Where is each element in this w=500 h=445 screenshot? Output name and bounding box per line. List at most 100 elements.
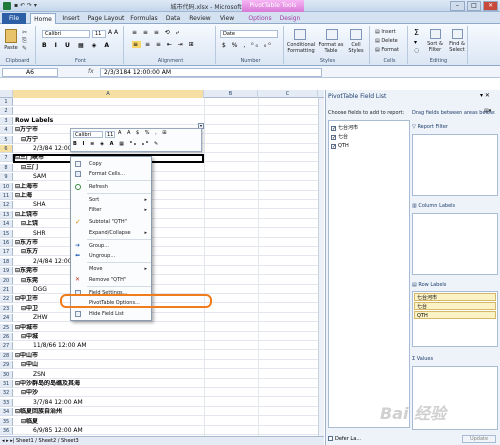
row-header[interactable]: 18 <box>0 258 13 266</box>
menu-remove[interactable]: ✕ Remove "QTH" <box>71 275 151 285</box>
menu-group[interactable]: ➜ Group... <box>71 241 151 251</box>
tab-file[interactable]: File <box>2 13 26 24</box>
row-header[interactable]: 6 <box>0 145 13 153</box>
sort-filter-button[interactable]: Sort & Filter <box>424 41 446 53</box>
cut-copy-icons[interactable]: ✂ ⎘ ✎ <box>22 29 27 53</box>
sheet-row-cell[interactable]: ⊟临夏回族自治州 <box>13 408 324 416</box>
row-header[interactable]: 8 <box>0 164 13 172</box>
conditional-formatting-button[interactable]: Conditional Formatting <box>286 42 316 54</box>
row-header[interactable]: 21 <box>0 286 13 294</box>
column-header-c[interactable]: C <box>258 90 318 98</box>
menu-sort[interactable]: Sort ▸ <box>71 195 151 205</box>
sheet-row-cell[interactable]: ⊟三门 <box>13 164 324 172</box>
sheet-row-cell[interactable] <box>13 107 324 115</box>
sheet-row-cell[interactable]: DGG <box>13 286 324 294</box>
row-header[interactable]: 31 <box>0 380 13 388</box>
formula-input[interactable]: 2/3/3184 12:00:00 AM <box>100 68 322 77</box>
sheet-row-cell[interactable]: SAM <box>13 173 324 181</box>
font-size-box[interactable]: 11 <box>92 30 106 38</box>
align-left-icons[interactable]: ≡ ≡ ≡ ⇤ ⇥ ⊞ <box>132 41 196 48</box>
row-label-item-1[interactable]: 七台河市 <box>414 293 496 301</box>
tab-options[interactable]: Options <box>246 13 274 24</box>
select-all-corner[interactable] <box>0 90 13 98</box>
bold-italic-underline-buttons[interactable]: B I U ▦ ◈ A <box>42 42 112 49</box>
row-header[interactable]: 3 <box>0 117 13 125</box>
sheet-row-cell[interactable]: ⊟上饶 <box>13 220 324 228</box>
row-header[interactable]: 9 <box>0 173 13 181</box>
menu-format-cells[interactable]: Format Cells... <box>71 169 151 179</box>
sheet-row-cell[interactable]: ⊟上海 <box>13 192 324 200</box>
menu-filter[interactable]: Filter ▸ <box>71 205 151 215</box>
tab-page-layout[interactable]: Page Layout <box>86 13 126 24</box>
row-header[interactable]: 25 <box>0 324 13 332</box>
row-header[interactable]: 1 <box>0 98 13 106</box>
row-header[interactable]: 29 <box>0 361 13 369</box>
sheet-row-cell[interactable]: ⊟东莞市 <box>13 267 324 275</box>
update-button[interactable]: Update <box>462 435 496 443</box>
tab-review[interactable]: Review <box>186 13 214 24</box>
row-header[interactable]: 20 <box>0 277 13 285</box>
row-header[interactable]: 27 <box>0 342 13 350</box>
format-as-table-button[interactable]: Format as Table <box>318 42 344 54</box>
find-select-button[interactable]: Find & Select <box>446 41 468 53</box>
sheet-row-cell[interactable]: ⊟上饶市 <box>13 211 324 219</box>
quick-access-icons[interactable]: ▪ ↶ ↷ ▾ <box>14 2 37 9</box>
field-item-3[interactable]: ✓ QTH <box>331 142 349 150</box>
row-header[interactable]: 14 <box>0 220 13 228</box>
menu-ungroup[interactable]: ⬅ Ungroup... <box>71 251 151 261</box>
sheet-row-cell[interactable]: ⊟东方 <box>13 248 324 256</box>
row-header[interactable]: 11 <box>0 192 13 200</box>
paste-button[interactable]: Paste <box>2 45 20 51</box>
row-header[interactable]: 19 <box>0 267 13 275</box>
sheet-row-cell[interactable]: ⊟东莞 <box>13 277 324 285</box>
row-header[interactable]: 4 <box>0 126 13 134</box>
cell-styles-button[interactable]: Cell Styles <box>344 42 368 54</box>
row-header[interactable]: 7 <box>0 154 13 162</box>
delete-cells-button[interactable]: ▤ Delete <box>375 38 398 44</box>
sheet-row-cell[interactable] <box>13 98 324 106</box>
fill-clear-icons[interactable]: ▾ ◌ <box>414 39 419 55</box>
fx-icon[interactable]: fx <box>88 68 96 75</box>
format-cells-button[interactable]: ▤ Format <box>375 47 399 53</box>
row-header[interactable]: 16 <box>0 239 13 247</box>
sheet-row-cell[interactable]: ⊟中城市 <box>13 324 324 332</box>
row-header[interactable]: 33 <box>0 399 13 407</box>
sheet-row-cell[interactable]: SHR <box>13 230 324 238</box>
tab-data[interactable]: Data <box>162 13 184 24</box>
field-item-2[interactable]: ✓ 七台 <box>331 133 348 141</box>
row-header[interactable]: 30 <box>0 371 13 379</box>
close-button[interactable]: ✕ <box>483 1 499 11</box>
sheet-row-cell[interactable]: ⊟临夏 <box>13 418 324 426</box>
number-format-icons[interactable]: $ % , ⁰₀ ₀⁰ <box>222 42 273 49</box>
mini-font-name[interactable]: Calibri <box>73 131 103 138</box>
row-header[interactable]: 2 <box>0 107 13 115</box>
maximize-button[interactable]: □ <box>466 1 482 11</box>
row-header[interactable]: 24 <box>0 314 13 322</box>
sheet-row-cell[interactable]: ⊟上海市 <box>13 183 324 191</box>
row-label-item-3[interactable]: QTH <box>414 311 496 319</box>
tab-insert[interactable]: Insert <box>58 13 84 24</box>
font-name-box[interactable]: Calibri <box>42 30 90 38</box>
sheet-tabs[interactable]: ◂ ▸ ▸| Sheet1 / Sheet2 / Sheet3 <box>2 438 79 444</box>
tab-formulas[interactable]: Formulas <box>128 13 160 24</box>
tab-design[interactable]: Design <box>276 13 304 24</box>
mini-font-size[interactable]: 11 <box>105 131 115 138</box>
checkbox-icon[interactable] <box>328 436 333 441</box>
sheet-row-cell[interactable]: Row Labels <box>13 117 324 125</box>
row-header[interactable]: 5 <box>0 136 13 144</box>
tab-home[interactable]: Home <box>30 13 56 24</box>
sheet-row-cell[interactable]: ⊟中山市 <box>13 352 324 360</box>
row-header[interactable]: 10 <box>0 183 13 191</box>
row-header[interactable]: 35 <box>0 418 13 426</box>
number-format-box[interactable]: Date <box>220 30 278 38</box>
sheet-row-cell[interactable]: ZSN <box>13 371 324 379</box>
sheet-row-cell[interactable]: 2/4/84 12:00 AM <box>13 258 324 266</box>
sheet-row-cell[interactable]: ⊟中城 <box>13 333 324 341</box>
row-header[interactable]: 23 <box>0 305 13 313</box>
row-header[interactable]: 34 <box>0 408 13 416</box>
menu-hide-field-list[interactable]: Hide Field List <box>71 309 151 319</box>
column-header-b[interactable]: B <box>204 90 258 98</box>
column-labels-area[interactable] <box>412 213 498 275</box>
row-header[interactable]: 26 <box>0 333 13 341</box>
row-header[interactable]: 15 <box>0 230 13 238</box>
